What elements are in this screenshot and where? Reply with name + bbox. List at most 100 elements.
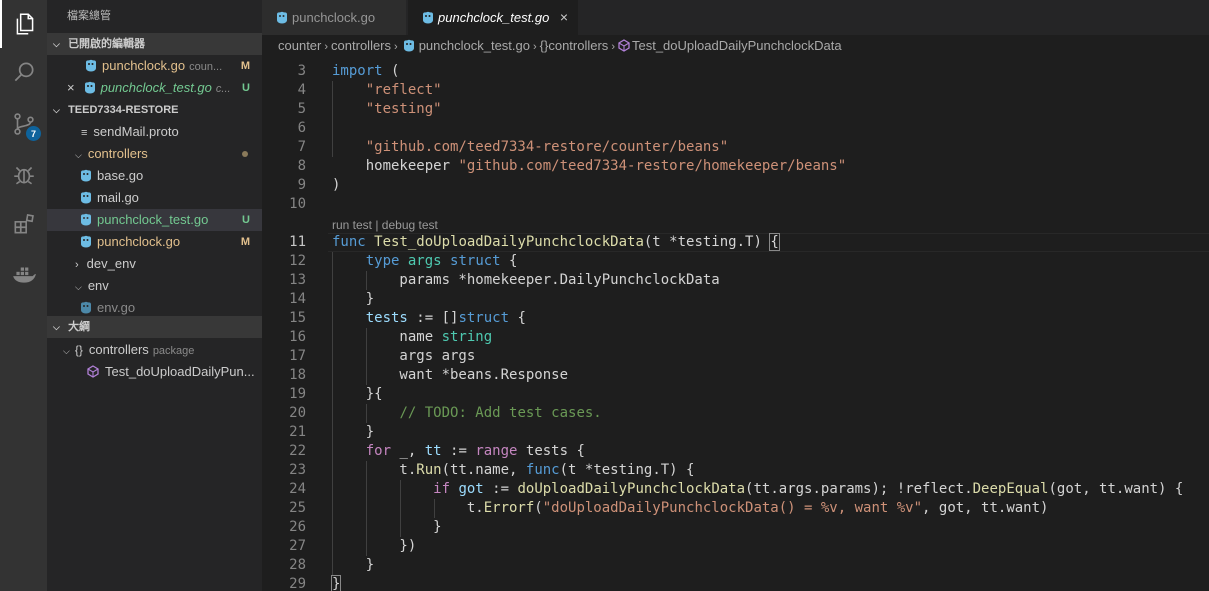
chevron-down-icon: ⌵ xyxy=(53,39,60,49)
line-number: 16 xyxy=(289,329,306,345)
code-line-14: } xyxy=(332,291,375,307)
close-icon[interactable]: × xyxy=(67,80,75,95)
tree-item-label: dev_env xyxy=(86,256,136,271)
outline-item-function[interactable]: Test_doUploadDailyPun... xyxy=(47,361,262,383)
line-number: 12 xyxy=(289,253,306,269)
open-editor-desc: coun... xyxy=(189,61,223,73)
tree-item-punchclock-go[interactable]: punchclock.go M xyxy=(47,231,262,253)
tree-item-punchclock-test-go[interactable]: punchclock_test.go U xyxy=(47,209,262,231)
code-line-29: } xyxy=(330,575,342,591)
outline-item-package[interactable]: ⌵ {} controllers package xyxy=(47,339,262,361)
status-badge: U xyxy=(242,214,250,226)
line-number: 21 xyxy=(289,424,306,440)
explorer-icon[interactable] xyxy=(0,0,47,48)
tab-close-icon[interactable]: × xyxy=(560,0,568,35)
tree-item-env[interactable]: ⌵ env xyxy=(47,275,262,297)
code-line-3: import ( xyxy=(332,63,400,79)
tree-item-label: mail.go xyxy=(97,190,139,205)
chevron-down-icon: ⌵ xyxy=(53,105,60,115)
outline-header[interactable]: ⌵ 大綱 xyxy=(47,316,262,338)
tree-item-label: base.go xyxy=(97,168,144,183)
editor-tabs: punchclock.go punchclock_test.go × xyxy=(262,0,1209,35)
open-editor-item-punchclock-test[interactable]: × punchclock_test.go c... U xyxy=(47,77,262,99)
line-number: 5 xyxy=(297,101,306,117)
code-line-25: t.Errorf("doUploadDailyPunchclockData() … xyxy=(332,500,1049,516)
code-line-26: } xyxy=(332,519,442,535)
code-line-19: }{ xyxy=(332,386,383,402)
breadcrumb-item[interactable]: punchclock_test.go xyxy=(419,38,530,53)
chevron-down-icon: ⌵ xyxy=(75,150,82,160)
code-line-28: } xyxy=(332,557,375,573)
code-line-24: if got := doUploadDailyPunchclockData(tt… xyxy=(433,481,1184,497)
breadcrumb-item[interactable]: controllers xyxy=(331,38,391,53)
tab-label: punchclock_test.go xyxy=(438,10,550,25)
search-icon[interactable] xyxy=(0,48,47,96)
workspace-header[interactable]: ⌵ TEED7334-RESTORE xyxy=(47,99,262,121)
line-number: 19 xyxy=(289,386,306,402)
go-file-icon xyxy=(86,59,96,72)
code-line-15: tests := []struct { xyxy=(365,310,526,326)
tree-item-label: controllers xyxy=(87,146,148,161)
open-editors-label: 已開啟的編輯器 xyxy=(68,38,146,50)
open-editor-desc: c... xyxy=(215,83,231,95)
proto-file-icon: ≡ xyxy=(81,127,88,139)
open-editor-item-punchclock[interactable]: punchclock.go coun... M xyxy=(47,55,262,77)
go-file-icon xyxy=(81,191,91,204)
line-number: 14 xyxy=(289,291,306,307)
tree-item-label: sendMail.proto xyxy=(93,124,179,139)
breadcrumb-separator: › xyxy=(532,41,537,53)
docker-icon[interactable] xyxy=(0,250,47,298)
code-line-5: "testing" xyxy=(365,101,442,117)
sidebar-title: 檔案總管 xyxy=(67,10,111,22)
code-line-23: t.Run(tt.name, func(t *testing.T) { xyxy=(332,462,695,478)
tree-item-dev-env[interactable]: › dev_env xyxy=(47,253,262,275)
codelens-run-debug-test[interactable]: run test | debug test xyxy=(332,217,438,233)
tree-item-controllers[interactable]: ⌵ controllers xyxy=(47,143,262,165)
open-editors-header[interactable]: ⌵ 已開啟的編輯器 xyxy=(47,33,262,55)
breadcrumb-item[interactable]: Test_doUploadDailyPunchclockData xyxy=(632,38,842,53)
tree-item-base-go[interactable]: base.go xyxy=(47,165,262,187)
code-line-9: ) xyxy=(332,177,341,193)
line-number: 9 xyxy=(297,177,306,193)
go-file-icon xyxy=(81,301,91,314)
source-control-icon[interactable]: 7 xyxy=(0,100,47,148)
line-number: 3 xyxy=(297,63,306,79)
line-number: 6 xyxy=(297,120,306,136)
debug-icon[interactable] xyxy=(0,150,47,198)
go-file-icon xyxy=(423,11,433,24)
code-line-20: // TODO: Add test cases. xyxy=(399,405,602,421)
breadcrumb-item[interactable]: {}controllers xyxy=(540,38,609,53)
tree-item-label: punchclock_test.go xyxy=(97,212,209,227)
line-number: 17 xyxy=(289,348,306,364)
line-number: 18 xyxy=(289,367,306,383)
code-line-27: }) xyxy=(332,538,417,554)
outline-label: 大綱 xyxy=(68,321,91,333)
line-number: 22 xyxy=(289,443,306,459)
status-badge: M xyxy=(240,60,250,72)
code-line-21: } xyxy=(332,424,375,440)
line-number: 28 xyxy=(289,557,306,573)
line-number: 25 xyxy=(289,500,306,516)
chevron-down-icon: ⌵ xyxy=(63,346,70,356)
breadcrumb-separator: › xyxy=(324,41,329,53)
tree-item-sendmail-proto[interactable]: ≡ sendMail.proto xyxy=(47,121,262,143)
breadcrumb-item[interactable]: counter xyxy=(278,38,321,53)
code-line-8: homekeeper "github.com/teed7334-restore/… xyxy=(332,158,847,174)
open-editor-name: punchclock_test.go xyxy=(100,80,212,95)
tree-item-label: env xyxy=(87,278,109,293)
extensions-icon[interactable] xyxy=(0,200,47,248)
line-number: 29 xyxy=(289,576,306,591)
breadcrumb-separator: › xyxy=(394,41,398,53)
explorer-sidebar: 檔案總管 ⌵ 已開啟的編輯器 punchclock.go coun... M × p… xyxy=(47,0,262,591)
tab-punchclock-test-go[interactable]: punchclock_test.go × xyxy=(408,0,578,35)
chevron-down-icon: ⌵ xyxy=(75,282,82,292)
tree-item-mail-go[interactable]: mail.go xyxy=(47,187,262,209)
go-file-icon xyxy=(81,213,91,226)
line-number: 8 xyxy=(297,158,306,174)
tab-punchclock-go[interactable]: punchclock.go xyxy=(262,0,406,35)
code-line-7: "github.com/teed7334-restore/counter/bea… xyxy=(365,139,729,155)
code-editor[interactable]: 2345678910111213141516171819202122232425… xyxy=(262,57,1209,591)
outline-package-name: controllers xyxy=(88,342,149,357)
chevron-right-icon: › xyxy=(75,259,79,271)
modified-dot xyxy=(242,151,248,157)
